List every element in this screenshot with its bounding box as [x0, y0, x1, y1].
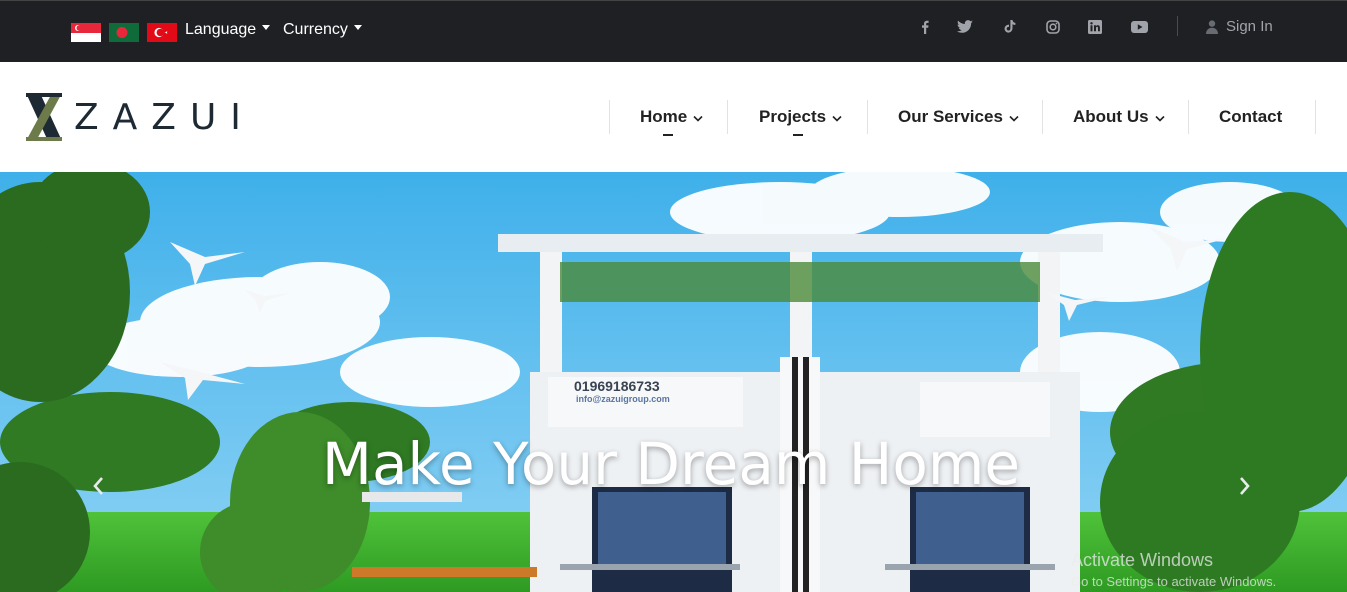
nav-divider [609, 100, 610, 134]
nav-item-our-services[interactable]: Our Services [898, 106, 1019, 128]
twitter-icon[interactable] [955, 17, 975, 37]
nav-divider [867, 100, 868, 134]
nav-active-indicator [663, 134, 673, 136]
flag-turkey-icon[interactable] [147, 23, 177, 42]
activate-windows-subtitle: Go to Settings to activate Windows. [1071, 574, 1277, 589]
caret-down-icon [262, 25, 271, 31]
tiktok-icon[interactable] [999, 17, 1019, 37]
chevron-down-icon [1154, 115, 1165, 122]
nav-item-contact[interactable]: Contact [1219, 106, 1282, 128]
language-label: Language [185, 21, 257, 38]
nav-label: Our Services [898, 107, 1003, 126]
hero-slider: 01969186733 info@zazuigroup.com Make You… [0, 172, 1347, 592]
zazui-logo-icon [26, 93, 62, 141]
chevron-left-icon [93, 477, 103, 495]
chevron-down-icon [832, 115, 842, 122]
language-dropdown[interactable]: Language [185, 19, 271, 41]
caret-down-icon [353, 25, 362, 31]
top-bar: Language Currency Sign In [0, 0, 1347, 62]
nav-divider [727, 100, 728, 134]
nav-item-about-us[interactable]: About Us [1073, 106, 1165, 128]
currency-dropdown[interactable]: Currency [283, 19, 362, 41]
nav-label: Home [640, 107, 688, 126]
currency-label: Currency [283, 21, 348, 38]
sign-in-label: Sign In [1226, 18, 1273, 35]
user-icon [1206, 20, 1218, 34]
nav-divider [1315, 100, 1316, 134]
nav-label: Projects [759, 107, 827, 126]
youtube-icon[interactable] [1129, 17, 1149, 37]
activate-windows-title: Activate Windows [1071, 550, 1214, 570]
chevron-down-icon [1009, 115, 1019, 122]
hero-title: Make Your Dream Home [321, 430, 1021, 498]
nav-label: Contact [1219, 107, 1283, 126]
slider-prev-button[interactable] [86, 472, 110, 500]
nav-label: About Us [1073, 107, 1149, 126]
nav-divider [1188, 100, 1189, 134]
chevron-down-icon [693, 115, 703, 122]
nav-divider [1042, 100, 1043, 134]
sign-in-link[interactable]: Sign In [1206, 16, 1273, 38]
chevron-right-icon [1240, 477, 1250, 495]
sign-email: info@zazuigroup.com [576, 394, 670, 404]
site-logo[interactable]: ZAZUI [26, 92, 255, 142]
instagram-icon[interactable] [1043, 17, 1063, 37]
sign-phone-number: 01969186733 [574, 378, 660, 394]
nav-hover-indicator [793, 134, 803, 136]
flag-singapore-icon[interactable] [71, 23, 101, 42]
nav-item-projects[interactable]: Projects [759, 106, 842, 128]
linkedin-icon[interactable] [1085, 17, 1105, 37]
flag-bangladesh-icon[interactable] [109, 23, 139, 42]
topbar-divider [1177, 16, 1178, 36]
main-navbar: ZAZUI Home Projects Our Services About U… [0, 62, 1347, 172]
facebook-icon[interactable] [915, 17, 935, 37]
slider-next-button[interactable] [1233, 472, 1257, 500]
hero-background-image [0, 172, 1347, 592]
logo-text: ZAZUI [74, 96, 255, 138]
nav-item-home[interactable]: Home [640, 106, 703, 128]
